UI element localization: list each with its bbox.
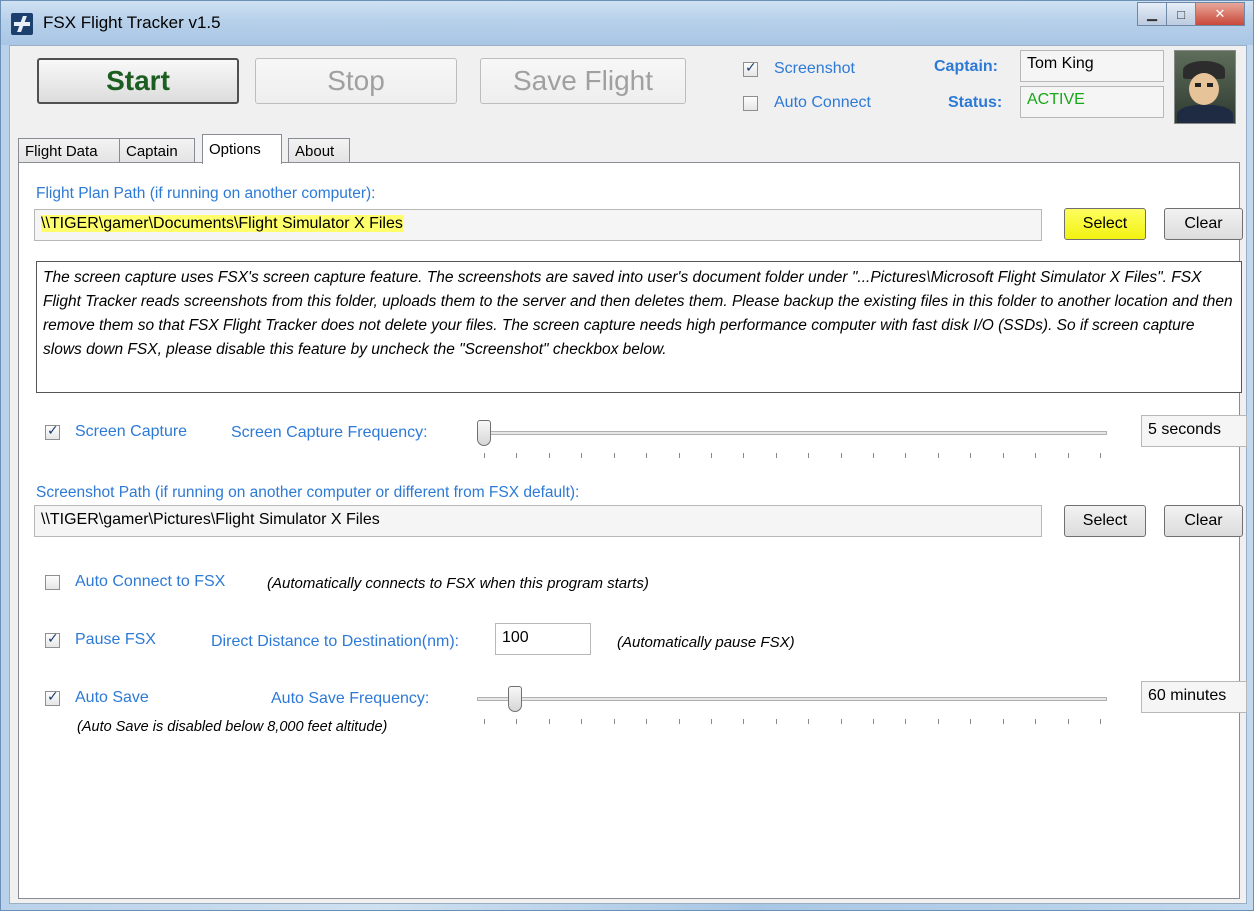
slider-tick — [581, 719, 583, 724]
slider-tick — [548, 719, 550, 724]
slider-tick — [775, 719, 777, 724]
client-area: Start Stop Save Flight Screenshot Auto C… — [9, 45, 1247, 904]
slider-tick — [678, 719, 680, 724]
auto-save-label: Auto Save — [75, 689, 149, 706]
slider-tick — [646, 719, 648, 724]
slider-tick — [808, 719, 810, 724]
pause-fsx-note: (Automatically pause FSX) — [617, 634, 795, 651]
slider-tick — [743, 719, 745, 724]
captain-label: Captain: — [934, 58, 998, 75]
window-title: FSX Flight Tracker v1.5 — [43, 13, 221, 32]
slider-tick — [840, 719, 842, 724]
direct-distance-label: Direct Distance to Destination(nm): — [211, 633, 460, 650]
captain-field: Tom King — [1020, 50, 1164, 82]
screen-capture-info: The screen capture uses FSX's screen cap… — [36, 261, 1242, 393]
slider-tick — [1100, 719, 1101, 724]
auto-connect-fsx-label: Auto Connect to FSX — [75, 573, 226, 590]
tab-about[interactable]: About — [288, 138, 350, 164]
screen-capture-frequency-track[interactable] — [477, 431, 1107, 435]
auto-save-checkbox[interactable] — [45, 689, 60, 706]
slider-tick — [548, 453, 550, 458]
airplane-icon — [11, 13, 33, 35]
flight-plan-select-button[interactable]: Select — [1064, 208, 1146, 240]
screen-capture-frequency-value: 5 seconds — [1141, 415, 1247, 447]
status-field: ACTIVE — [1020, 86, 1164, 118]
slider-tick — [1067, 719, 1069, 724]
screen-capture-checkbox[interactable] — [45, 423, 60, 440]
pause-fsx-checkbox[interactable] — [45, 631, 60, 648]
tab-options[interactable]: Options — [202, 134, 282, 164]
screenshot-checkbox[interactable] — [743, 60, 758, 77]
slider-tick — [970, 453, 972, 458]
start-button[interactable]: Start — [37, 58, 239, 104]
pause-fsx-label: Pause FSX — [75, 631, 156, 648]
auto-connect-checkbox[interactable] — [743, 96, 758, 111]
slider-tick — [1002, 453, 1004, 458]
slider-tick — [1100, 453, 1101, 458]
slider-tick — [905, 719, 907, 724]
auto-connect-fsx-checkbox[interactable] — [45, 575, 60, 590]
app-window: FSX Flight Tracker v1.5 ▁ □ ✕ Start Stop… — [0, 0, 1254, 911]
status-label: Status: — [948, 94, 1003, 111]
slider-tick — [970, 719, 972, 724]
slider-tick — [613, 719, 615, 724]
slider-tick — [937, 719, 939, 724]
screen-capture-label: Screen Capture — [75, 423, 188, 440]
flight-plan-path-value: \\TIGER\gamer\Documents\Flight Simulator… — [41, 215, 403, 232]
slider-tick — [484, 453, 485, 458]
slider-tick — [1067, 453, 1069, 458]
title-bar[interactable]: FSX Flight Tracker v1.5 ▁ □ ✕ — [1, 1, 1253, 45]
flight-plan-path-label: Flight Plan Path (if running on another … — [36, 185, 376, 202]
auto-save-frequency-label: Auto Save Frequency: — [271, 690, 430, 707]
slider-tick — [646, 453, 648, 458]
pilot-avatar-icon — [1174, 50, 1236, 124]
window-controls: ▁ □ ✕ — [1137, 2, 1245, 28]
auto-connect-label: Auto Connect — [774, 94, 871, 111]
slider-tick — [613, 453, 615, 458]
close-button[interactable]: ✕ — [1195, 2, 1245, 26]
auto-save-note: (Auto Save is disabled below 8,000 feet … — [77, 719, 388, 735]
slider-tick — [1002, 719, 1004, 724]
slider-tick — [873, 719, 875, 724]
tab-flight-data[interactable]: Flight Data — [18, 138, 120, 164]
slider-tick — [808, 453, 810, 458]
slider-tick — [710, 719, 712, 724]
slider-tick — [1035, 453, 1037, 458]
slider-tick — [581, 453, 583, 458]
slider-tick — [1035, 719, 1037, 724]
screen-capture-frequency-slider[interactable] — [477, 420, 491, 446]
maximize-button[interactable]: □ — [1166, 2, 1196, 26]
slider-tick — [516, 719, 518, 724]
slider-tick — [937, 453, 939, 458]
slider-tick — [905, 453, 907, 458]
save-flight-button[interactable]: Save Flight — [480, 58, 686, 104]
flight-plan-clear-button[interactable]: Clear — [1164, 208, 1243, 240]
slider-tick — [678, 453, 680, 458]
screenshot-select-button[interactable]: Select — [1064, 505, 1146, 537]
slider-tick — [840, 453, 842, 458]
stop-button[interactable]: Stop — [255, 58, 457, 104]
slider-tick — [743, 453, 745, 458]
slider-tick — [873, 453, 875, 458]
screenshot-label: Screenshot — [774, 60, 855, 77]
slider-tick — [775, 453, 777, 458]
auto-connect-fsx-note: (Automatically connects to FSX when this… — [267, 575, 649, 592]
screen-capture-frequency-label: Screen Capture Frequency: — [231, 424, 428, 441]
slider-tick — [484, 719, 485, 724]
slider-tick — [516, 453, 518, 458]
slider-tick — [710, 453, 712, 458]
tab-captain[interactable]: Captain — [119, 138, 195, 164]
screenshot-path-input[interactable]: \\TIGER\gamer\Pictures\Flight Simulator … — [34, 505, 1042, 537]
direct-distance-input[interactable]: 100 — [495, 623, 591, 655]
auto-save-frequency-value: 60 minutes — [1141, 681, 1247, 713]
auto-save-frequency-slider[interactable] — [507, 686, 522, 712]
flight-plan-path-input[interactable]: \\TIGER\gamer\Documents\Flight Simulator… — [34, 209, 1042, 241]
screenshot-clear-button[interactable]: Clear — [1164, 505, 1243, 537]
minimize-button[interactable]: ▁ — [1137, 2, 1167, 26]
screenshot-path-label: Screenshot Path (if running on another c… — [36, 484, 580, 501]
options-panel: Flight Plan Path (if running on another … — [18, 162, 1247, 899]
auto-save-frequency-track[interactable] — [477, 697, 1107, 701]
